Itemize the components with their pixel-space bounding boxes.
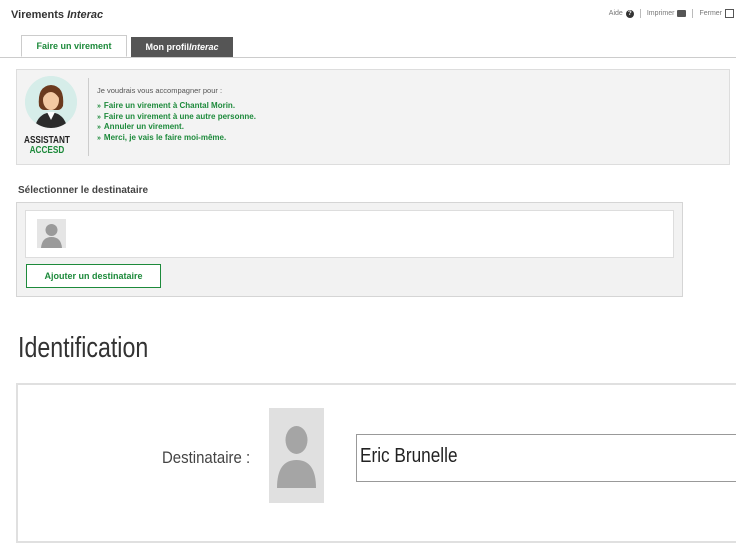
- question-circle-icon: ?: [625, 9, 634, 18]
- add-recipient-button[interactable]: Ajouter un destinataire: [26, 264, 161, 288]
- identification-heading: Identification: [18, 332, 149, 364]
- recipient-list: [25, 210, 674, 258]
- select-recipient-label: Sélectionner le destinataire: [18, 185, 149, 196]
- recipient-name-field[interactable]: [356, 434, 736, 482]
- tab-label: Faire un virement: [36, 41, 112, 51]
- help-link[interactable]: Aide?: [608, 9, 634, 18]
- tab-faire-un-virement[interactable]: Faire un virement: [21, 35, 127, 57]
- close-link[interactable]: Fermer: [699, 9, 734, 18]
- assistant-option-label: Merci, je vais le faire moi-même.: [103, 132, 227, 142]
- divider: [692, 9, 694, 18]
- assistant-option-label: Faire un virement à une autre personne.: [103, 111, 256, 121]
- app-title: Virements Interac: [11, 9, 103, 21]
- assistant-brand: ASSISTANT ACCESD: [24, 136, 70, 156]
- assistant-avatar-icon: [25, 76, 77, 128]
- tab-label: Mon profil: [145, 42, 189, 52]
- double-arrow-icon: »: [97, 113, 101, 121]
- tab-bar-line: [0, 57, 736, 58]
- recipient-field-label: Destinataire :: [162, 448, 251, 467]
- tab-label-interac: Interac: [188, 42, 219, 52]
- app-title-interac: Interac: [67, 9, 104, 21]
- assistant-option[interactable]: » Faire un virement à une autre personne.: [97, 112, 256, 123]
- person-silhouette-icon[interactable]: [37, 219, 66, 248]
- help-link-label: Aide: [608, 10, 623, 17]
- app-title-text: Virements: [11, 9, 68, 21]
- divider: [639, 9, 641, 18]
- printer-icon: [677, 10, 687, 17]
- assistant-option-label: Faire un virement à Chantal Morin.: [103, 101, 236, 110]
- close-link-label: Fermer: [699, 10, 722, 17]
- assistant-brand-line2: ACCESD: [29, 145, 65, 156]
- top-links: Aide? Imprimer Fermer: [609, 9, 734, 18]
- double-arrow-icon: »: [97, 124, 101, 131]
- person-silhouette-icon: [269, 408, 324, 503]
- assistant-option[interactable]: » Faire un virement à Chantal Morin.: [97, 101, 256, 112]
- assistant-options: » Faire un virement à Chantal Morin. » Fai…: [97, 101, 256, 143]
- assistant-option-label: Annuler un virement.: [103, 122, 184, 131]
- assistant-option[interactable]: » Merci, je vais le faire moi-même.: [97, 133, 256, 144]
- tab-mon-profil[interactable]: Mon profil Interac: [131, 37, 233, 57]
- assistant-option[interactable]: » Annuler un virement.: [97, 122, 256, 133]
- divider: [88, 78, 89, 156]
- print-link-label: Imprimer: [646, 10, 675, 17]
- close-icon: [725, 9, 734, 18]
- assistant-intro: Je voudrais vous accompagner pour :: [97, 86, 223, 95]
- double-arrow-icon: »: [97, 103, 101, 110]
- print-link[interactable]: Imprimer: [647, 10, 687, 17]
- double-arrow-icon: »: [97, 134, 101, 142]
